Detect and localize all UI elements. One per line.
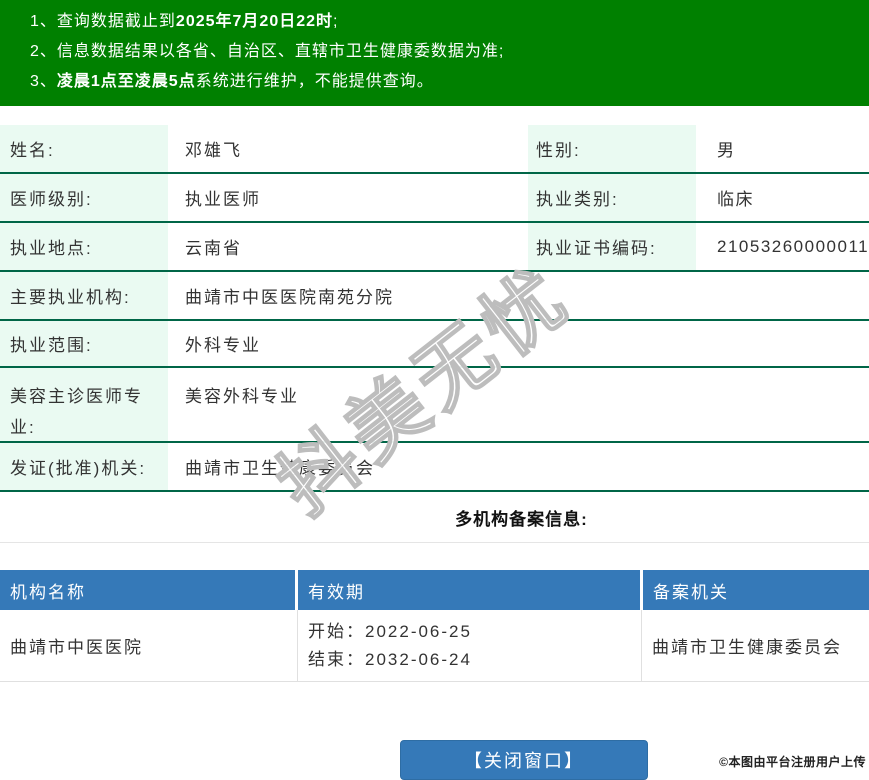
practice-scope-label: 执业范围: [0,321,168,366]
notice-banner: 1、查询数据截止到2025年7月20日22时; 2、信息数据结果以各省、自治区、… [0,0,869,106]
header-record-authority: 备案机关 [643,570,869,610]
practice-location-value: 云南省 [168,223,528,270]
section-title: 多机构备案信息: [455,509,588,529]
notice-text-bold: 2025年7月20日22时 [175,13,334,30]
field-value-text: 美容外科专业 [185,387,299,406]
doctor-profile-table: 姓名: 邓雄飞 性别: 男 医师级别: 执业医师 执业类别: 临床 执业地点: … [0,125,869,492]
gender-value: 男 [696,125,869,172]
practice-location-label: 执业地点: [0,223,168,270]
cert-number-value: 210532600000117 [696,223,869,270]
field-value-text: 邓雄飞 [185,141,242,160]
field-label-text: 发证(批准)机关: [10,459,147,478]
cosmetic-specialty-label: 美容主诊医师专业: [0,368,168,441]
cosmetic-specialty-value: 美容外科专业 [168,368,869,441]
field-label-text: 美容主诊医师专业: [10,387,143,437]
name-label: 姓名: [0,125,168,172]
doctor-level-value: 执业医师 [168,174,528,221]
table-row: 曲靖市中医医院 开始：2022-06-25 结束：2032-06-24 曲靖市卫… [0,610,869,682]
profile-row-issuing-authority: 发证(批准)机关: 曲靖市卫生健康委员会 [0,443,869,492]
notice-text: ; [333,13,339,30]
header-text: 有效期 [308,582,365,602]
notice-line-2: 2、信息数据结果以各省、自治区、直辖市卫生健康委数据为准; [30,37,859,67]
profile-row-name-gender: 姓名: 邓雄飞 性别: 男 [0,125,869,174]
valid-to-text: 结束：2032-06-24 [308,649,472,669]
profile-row-main-institution: 主要执业机构: 曲靖市中医医院南苑分院 [0,272,869,321]
field-label-text: 姓名: [10,141,55,160]
notice-text: 查询数据截止到 [56,13,176,30]
issuing-authority-label: 发证(批准)机关: [0,443,168,490]
doctor-level-label: 医师级别: [0,174,168,221]
gender-label: 性别: [528,125,696,172]
notice-text-bold: 凌晨1点至凌晨5点 [56,73,196,90]
cell-text: 曲靖市卫生健康委员会 [652,638,842,657]
notice-text: 系统进行维护，不能提供查询。 [195,73,434,90]
practice-category-label: 执业类别: [528,174,696,221]
field-value-text: 云南省 [185,239,242,258]
header-text: 备案机关 [653,582,729,602]
cell-text: 曲靖市中医医院 [10,638,143,657]
name-value: 邓雄飞 [168,125,528,172]
field-label-text: 执业类别: [536,190,619,209]
field-label-text: 执业证书编码: [536,239,657,258]
records-table: 机构名称 有效期 备案机关 曲靖市中医医院 开始：2022-06-25 结束：2… [0,570,869,682]
validity-period-cell: 开始：2022-06-25 结束：2032-06-24 [298,610,642,681]
header-validity-period: 有效期 [298,570,640,610]
field-label-text: 执业范围: [10,336,93,355]
header-institution-name: 机构名称 [0,570,295,610]
field-value-text: 执业医师 [185,190,261,209]
record-authority-cell: 曲靖市卫生健康委员会 [642,610,869,681]
profile-row-practice-scope: 执业范围: 外科专业 [0,321,869,368]
field-label-text: 医师级别: [10,190,93,209]
field-label-text: 性别: [536,141,581,160]
main-institution-label: 主要执业机构: [0,272,168,319]
field-value-text: 外科专业 [185,336,261,355]
cert-number-label: 执业证书编码: [528,223,696,270]
close-window-button[interactable]: 【关闭窗口】 [400,740,648,780]
practice-scope-value: 外科专业 [168,321,869,366]
notice-line-1: 1、查询数据截止到2025年7月20日22时; [30,7,859,37]
notice-line-3: 3、凌晨1点至凌晨5点系统进行维护，不能提供查询。 [30,67,859,97]
profile-row-level-category: 医师级别: 执业医师 执业类别: 临床 [0,174,869,223]
notice-num: 2、 [30,43,57,60]
upload-attribution: ©本图由平台注册用户上传 [719,755,866,769]
practice-category-value: 临床 [696,174,869,221]
notice-num: 3、 [30,73,57,90]
main-institution-value: 曲靖市中医医院南苑分院 [168,272,869,319]
field-value-text: 曲靖市卫生健康委员会 [185,459,375,478]
field-value-text: 男 [717,141,736,160]
notice-text: 信息数据结果以各省、自治区、直辖市卫生健康委数据为准; [56,43,505,60]
valid-from-text: 开始：2022-06-25 [308,621,472,641]
field-label-text: 执业地点: [10,239,93,258]
header-text: 机构名称 [10,582,86,602]
profile-row-cosmetic-specialty: 美容主诊医师专业: 美容外科专业 [0,368,869,443]
profile-row-location-certno: 执业地点: 云南省 执业证书编码: 210532600000117 [0,223,869,272]
field-value-text: 210532600000117 [717,236,869,256]
field-label-text: 主要执业机构: [10,288,131,307]
issuing-authority-value: 曲靖市卫生健康委员会 [168,443,869,490]
field-value-text: 临床 [717,190,754,209]
field-value-text: 曲靖市中医医院南苑分院 [185,288,394,307]
records-table-header: 机构名称 有效期 备案机关 [0,570,869,610]
institution-name-cell: 曲靖市中医医院 [0,610,298,681]
multi-institution-section-header: 多机构备案信息: [0,492,869,543]
notice-num: 1、 [30,13,57,30]
